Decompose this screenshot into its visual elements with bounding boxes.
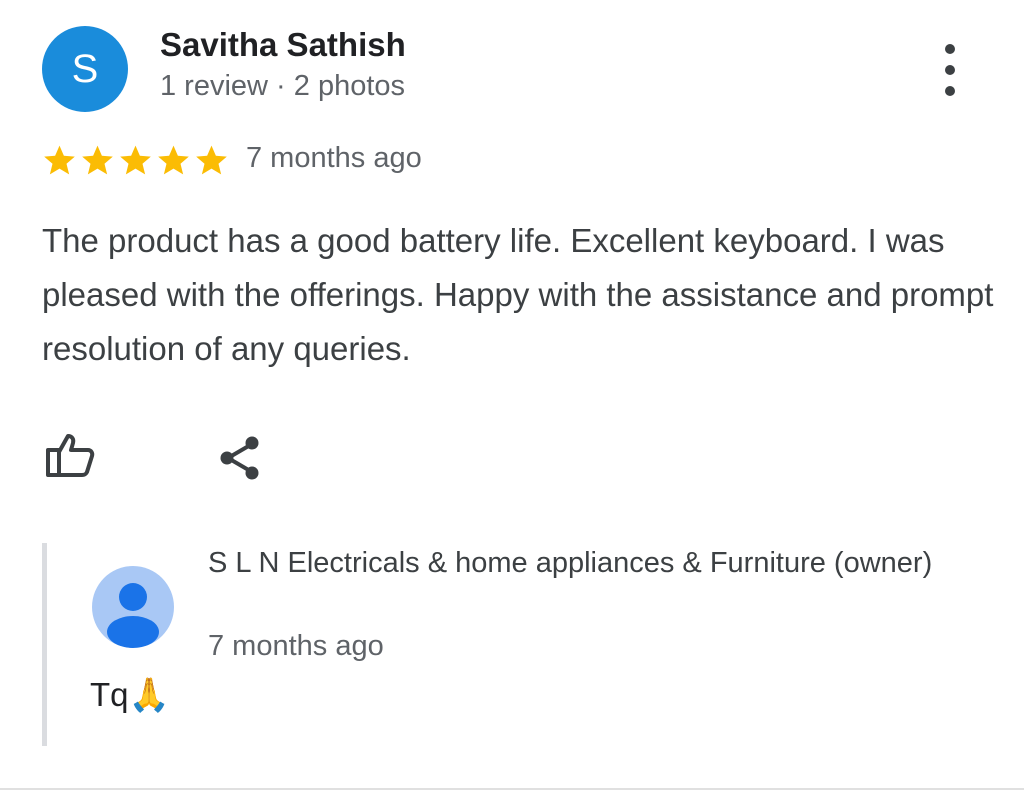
thumbs-up-icon bbox=[46, 434, 95, 477]
owner-reply-text: Tq🙏 bbox=[90, 676, 170, 713]
review-time: 7 months ago bbox=[246, 142, 422, 174]
owner-reply-time: 7 months ago bbox=[208, 630, 384, 662]
star-icon bbox=[158, 145, 189, 175]
star-icon bbox=[120, 145, 151, 175]
reply-divider bbox=[42, 543, 47, 746]
share-icon bbox=[220, 436, 259, 480]
like-button[interactable] bbox=[44, 430, 96, 482]
review-text: The product has a good battery life. Exc… bbox=[42, 222, 994, 367]
star-icon bbox=[82, 145, 113, 175]
star-icon bbox=[44, 145, 75, 175]
more-options-icon[interactable] bbox=[930, 44, 970, 96]
bottom-divider bbox=[0, 788, 1024, 790]
share-button[interactable] bbox=[214, 432, 266, 484]
star-rating bbox=[42, 143, 229, 178]
reviewer-name[interactable]: Savitha Sathish bbox=[160, 26, 406, 64]
reviewer-initial: S bbox=[71, 46, 99, 91]
star-icon bbox=[196, 145, 227, 175]
owner-name: S L N Electricals & home appliances & Fu… bbox=[208, 547, 933, 579]
reviewer-avatar[interactable]: S bbox=[42, 26, 128, 112]
owner-avatar[interactable] bbox=[92, 566, 174, 648]
person-icon bbox=[107, 583, 159, 648]
reviewer-meta: 1 review · 2 photos bbox=[160, 70, 406, 102]
